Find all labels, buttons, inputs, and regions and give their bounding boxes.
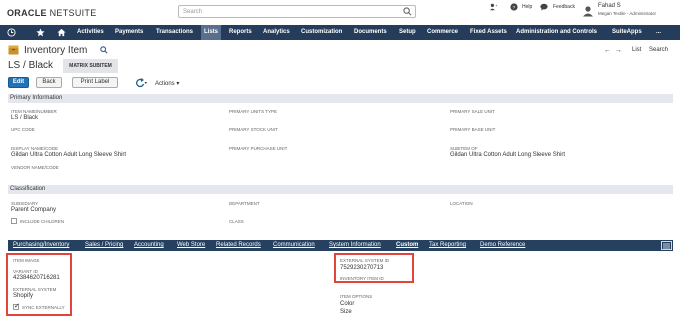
main-nav: Activities Payments Transactions Lists R…	[0, 25, 680, 40]
actions-menu[interactable]: Actions ▾	[155, 80, 179, 87]
netsuite-logo[interactable]: ORACLE NETSUITE	[7, 8, 97, 18]
home-icon[interactable]	[57, 28, 66, 37]
primary-information-header[interactable]: Primary Information	[8, 94, 673, 103]
nav-commerce[interactable]: Commerce	[427, 25, 458, 40]
subsidiary-value[interactable]: Parent Company	[11, 207, 56, 213]
nav-reports[interactable]: Reports	[229, 25, 252, 40]
help-icon[interactable]: ?	[510, 3, 518, 11]
department-label: DEPARTMENT	[229, 201, 260, 206]
display-name-value: Gildan Ultra Cotton Adult Long Sleeve Sh…	[11, 152, 127, 158]
nav-activities[interactable]: Activities	[77, 25, 104, 40]
tab-communication[interactable]: Communication	[273, 242, 315, 248]
item-name-label: ITEM NAME/NUMBER	[11, 109, 57, 114]
previous-arrow-icon[interactable]: ←	[604, 47, 611, 54]
nav-setup[interactable]: Setup	[399, 25, 416, 40]
tab-demo-reference[interactable]: Demo Reference	[480, 242, 525, 248]
next-arrow-icon[interactable]: →	[615, 47, 622, 54]
star-icon[interactable]	[36, 28, 45, 37]
primary-stock-unit-label: PRIMARY STOCK UNIT	[229, 127, 278, 132]
include-children-label: INCLUDE CHILDREN	[20, 219, 65, 224]
item-option-color: Color	[340, 301, 355, 307]
back-button[interactable]: Back	[36, 77, 62, 88]
user-avatar-icon[interactable]	[582, 5, 594, 17]
help-link[interactable]: Help	[522, 4, 532, 10]
search-icon[interactable]	[403, 7, 412, 16]
nav-more[interactable]: ...	[656, 25, 661, 40]
logo-oracle: ORACLE	[7, 8, 47, 18]
tab-tax-reporting[interactable]: Tax Reporting	[429, 242, 466, 248]
vendor-name-label: VENDOR NAME/CODE	[11, 165, 59, 170]
page-title: Inventory Item	[24, 45, 88, 56]
logo-netsuite: NETSUITE	[49, 8, 97, 18]
tab-related-records[interactable]: Related Records	[216, 242, 261, 248]
nav-customization[interactable]: Customization	[301, 25, 342, 40]
subtab-bar: Purchasing/Inventory Sales / Pricing Acc…	[8, 240, 673, 251]
search-placeholder: Search	[183, 9, 203, 15]
include-children-checkbox[interactable]	[11, 218, 17, 224]
primary-sale-unit-label: PRIMARY SALE UNIT	[450, 109, 495, 114]
tab-sales-pricing[interactable]: Sales / Pricing	[85, 242, 123, 248]
top-bar: ORACLE NETSUITE Search + ? Help Feedback…	[0, 0, 680, 25]
svg-text:+: +	[495, 3, 498, 8]
item-option-size: Size	[340, 309, 352, 315]
feedback-icon[interactable]	[540, 3, 548, 11]
layout-toggle-icon[interactable]	[661, 241, 672, 250]
nav-analytics[interactable]: Analytics	[263, 25, 290, 40]
subitem-of-label: SUBITEM OF	[450, 146, 478, 151]
nav-payments[interactable]: Payments	[115, 25, 143, 40]
subitem-of-value[interactable]: Gildan Ultra Cotton Adult Long Sleeve Sh…	[450, 152, 565, 158]
tab-system-information[interactable]: System Information	[329, 242, 381, 248]
tab-web-store[interactable]: Web Store	[177, 242, 205, 248]
search-link[interactable]: Search	[649, 47, 668, 53]
recent-records-icon[interactable]: +	[490, 3, 498, 11]
subsidiary-label: SUBSIDIARY	[11, 201, 39, 206]
actions-label: Actions	[155, 81, 175, 87]
history-icon[interactable]	[7, 28, 16, 37]
nav-fixed-assets[interactable]: Fixed Assets	[470, 25, 507, 40]
display-name-label: DISPLAY NAME/CODE	[11, 146, 59, 151]
nav-suiteapps[interactable]: SuiteApps	[612, 25, 642, 40]
tab-custom[interactable]: Custom	[396, 242, 418, 248]
class-label: CLASS	[229, 219, 244, 224]
item-options-label: ITEM OPTIONS	[340, 294, 373, 299]
tab-purchasing-inventory[interactable]: Purchasing/Inventory	[13, 242, 69, 248]
highlight-box-right	[334, 253, 414, 283]
print-label-button[interactable]: Print Label	[72, 77, 118, 88]
tab-accounting[interactable]: Accounting	[134, 242, 164, 248]
matrix-subitem-badge: MATRIX SUBITEM	[63, 59, 118, 73]
nav-lists[interactable]: Lists	[201, 25, 222, 40]
location-label: LOCATION	[450, 201, 473, 206]
classification-header[interactable]: Classification	[8, 185, 673, 194]
chevron-down-icon: ▾	[176, 81, 180, 87]
record-name: LS / Black	[8, 60, 54, 71]
primary-base-unit-label: PRIMARY BASE UNIT	[450, 127, 496, 132]
search-icon[interactable]	[100, 46, 108, 54]
primary-purchase-unit-label: PRIMARY PURCHASE UNIT	[229, 146, 288, 151]
upc-code-label: UPC CODE	[11, 127, 35, 132]
user-role: Megan Textile - Administrator	[598, 11, 656, 16]
inventory-item-icon	[8, 45, 19, 55]
nav-administration[interactable]: Administration and Controls	[516, 25, 597, 40]
global-search-input[interactable]: Search	[178, 5, 416, 18]
svg-text:?: ?	[513, 5, 516, 11]
item-name-value: LS / Black	[11, 115, 39, 121]
primary-units-type-label: PRIMARY UNITS TYPE	[229, 109, 278, 114]
refresh-icon[interactable]	[135, 78, 147, 88]
record-nav-arrows: ← →	[604, 47, 622, 54]
list-link[interactable]: List	[632, 47, 641, 53]
feedback-link[interactable]: Feedback	[553, 4, 575, 10]
nav-transactions[interactable]: Transactions	[156, 25, 193, 40]
nav-documents[interactable]: Documents	[354, 25, 387, 40]
highlight-box-left	[6, 253, 72, 316]
edit-button[interactable]: Edit	[8, 77, 29, 88]
user-name[interactable]: Fahad S	[598, 3, 621, 9]
